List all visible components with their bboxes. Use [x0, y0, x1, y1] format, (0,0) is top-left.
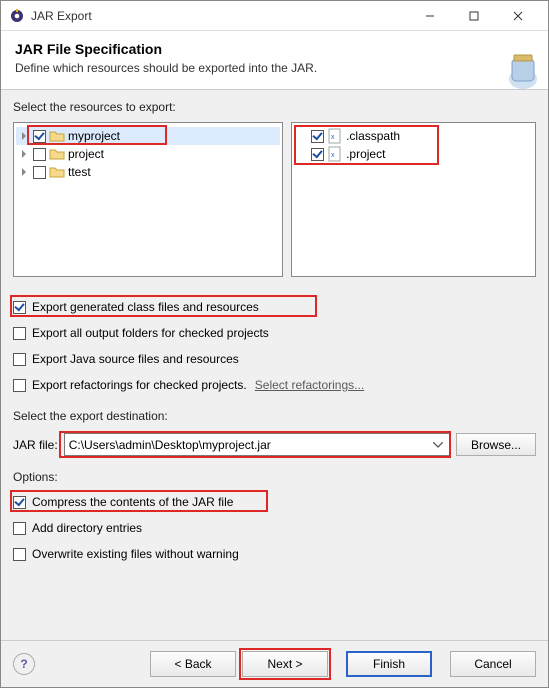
svg-text:x: x: [331, 152, 335, 159]
option-label: Export Java source files and resources: [32, 352, 239, 366]
checkbox[interactable]: [13, 327, 26, 340]
xml-file-icon: x: [327, 146, 343, 162]
resources-label: Select the resources to export:: [13, 100, 536, 114]
checkbox[interactable]: [13, 301, 26, 314]
svg-text:x: x: [331, 134, 335, 141]
wizard-footer: ? < Back Next > Finish Cancel: [1, 640, 548, 687]
project-icon: [49, 146, 65, 162]
xml-file-icon: x: [327, 128, 343, 144]
checkbox-myproject[interactable]: [33, 130, 46, 143]
tree-row-project[interactable]: project: [16, 145, 280, 163]
minimize-button[interactable]: [408, 1, 452, 31]
tree-row-projectfile[interactable]: x .project: [294, 145, 533, 163]
option-label: Export refactorings for checked projects…: [32, 378, 247, 392]
options-label: Options:: [13, 470, 536, 484]
tree-row-ttest[interactable]: ttest: [16, 163, 280, 181]
jar-file-value: C:\Users\admin\Desktop\myproject.jar: [69, 438, 271, 452]
page-header: JAR File Specification Define which reso…: [1, 31, 548, 90]
opt-export-refactorings[interactable]: Export refactorings for checked projects…: [13, 375, 536, 395]
app-icon: [9, 8, 25, 24]
finish-button[interactable]: Finish: [346, 651, 432, 677]
checkbox-classpath[interactable]: [311, 130, 324, 143]
tree-label: project: [68, 147, 104, 161]
opt-export-java-source[interactable]: Export Java source files and resources: [13, 349, 536, 369]
tree-label: ttest: [68, 165, 91, 179]
projects-tree[interactable]: myproject project ttes: [13, 122, 283, 277]
window-title: JAR Export: [31, 9, 408, 23]
project-open-icon: [49, 128, 65, 144]
chevron-right-icon[interactable]: [18, 166, 30, 178]
chevron-right-icon[interactable]: [18, 130, 30, 142]
chevron-down-icon[interactable]: [429, 436, 447, 453]
files-tree[interactable]: x .classpath x .project: [291, 122, 536, 277]
checkbox[interactable]: [13, 548, 26, 561]
option-label: Export all output folders for checked pr…: [32, 326, 269, 340]
cancel-button[interactable]: Cancel: [450, 651, 536, 677]
page-subtitle: Define which resources should be exporte…: [15, 61, 534, 75]
tree-row-classpath[interactable]: x .classpath: [294, 127, 533, 145]
close-button[interactable]: [496, 1, 540, 31]
option-label: Add directory entries: [32, 521, 142, 535]
tree-label: myproject: [68, 129, 120, 143]
opt-export-output-folders[interactable]: Export all output folders for checked pr…: [13, 323, 536, 343]
opt-overwrite[interactable]: Overwrite existing files without warning: [13, 544, 536, 564]
tree-row-myproject[interactable]: myproject: [16, 127, 280, 145]
checkbox[interactable]: [13, 379, 26, 392]
opt-add-directory-entries[interactable]: Add directory entries: [13, 518, 536, 538]
checkbox-project[interactable]: [33, 148, 46, 161]
next-button[interactable]: Next >: [242, 651, 328, 677]
page-title: JAR File Specification: [15, 41, 534, 57]
help-icon[interactable]: ?: [13, 653, 35, 675]
checkbox-projectfile[interactable]: [311, 148, 324, 161]
option-label: Compress the contents of the JAR file: [32, 495, 233, 509]
jar-decor-icon: [490, 37, 540, 91]
option-label: Export generated class files and resourc…: [32, 300, 259, 314]
chevron-right-icon[interactable]: [18, 148, 30, 160]
opt-compress[interactable]: Compress the contents of the JAR file: [13, 492, 536, 512]
checkbox[interactable]: [13, 353, 26, 366]
jar-file-field-label: JAR file:: [13, 438, 58, 452]
option-label: Overwrite existing files without warning: [32, 547, 239, 561]
opt-export-class-files[interactable]: Export generated class files and resourc…: [13, 297, 536, 317]
jar-file-combo[interactable]: C:\Users\admin\Desktop\myproject.jar: [64, 433, 450, 456]
titlebar: JAR Export: [1, 1, 548, 31]
checkbox[interactable]: [13, 522, 26, 535]
tree-label: .classpath: [346, 129, 400, 143]
checkbox[interactable]: [13, 496, 26, 509]
maximize-button[interactable]: [452, 1, 496, 31]
destination-label: Select the export destination:: [13, 409, 536, 423]
checkbox-ttest[interactable]: [33, 166, 46, 179]
select-refactorings-link[interactable]: Select refactorings...: [255, 378, 364, 392]
back-button[interactable]: < Back: [150, 651, 236, 677]
project-icon: [49, 164, 65, 180]
browse-button[interactable]: Browse...: [456, 433, 536, 456]
tree-label: .project: [346, 147, 385, 161]
